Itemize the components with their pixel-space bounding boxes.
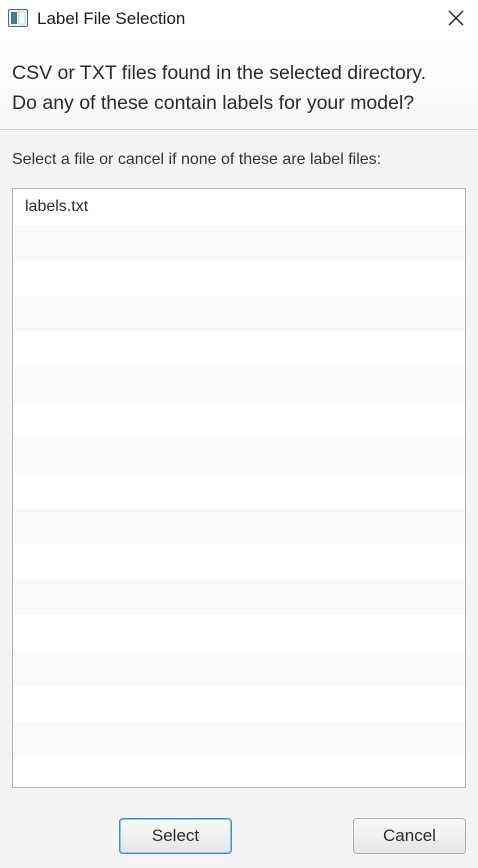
- empty-list-row: [13, 295, 465, 331]
- empty-list-row: [13, 366, 465, 402]
- empty-list-row: [13, 402, 465, 438]
- dialog-header: CSV or TXT files found in the selected d…: [0, 40, 478, 130]
- empty-list-row: [13, 544, 465, 580]
- dialog-content: Select a file or cancel if none of these…: [0, 131, 478, 868]
- empty-list-row: [13, 615, 465, 651]
- header-message-line-1: CSV or TXT files found in the selected d…: [12, 62, 427, 84]
- select-button[interactable]: Select: [119, 818, 232, 854]
- empty-list-row: [13, 224, 465, 260]
- empty-list-row: [13, 650, 465, 686]
- header-message-line-2: Do any of these contain labels for your …: [12, 92, 415, 114]
- file-list[interactable]: labels.txt: [12, 188, 466, 788]
- title-bar[interactable]: Label File Selection: [0, 0, 478, 40]
- empty-list-row: [13, 579, 465, 615]
- empty-list-row: [13, 473, 465, 509]
- empty-list-row: [13, 437, 465, 473]
- instruction-text: Select a file or cancel if none of these…: [12, 151, 382, 168]
- window-app-icon: [8, 9, 28, 27]
- dialog-window: Label File Selection CSV or TXT files fo…: [0, 0, 478, 868]
- empty-list-row: [13, 721, 465, 757]
- empty-list-row: [13, 260, 465, 296]
- file-list-item[interactable]: labels.txt: [13, 189, 465, 225]
- window-title: Label File Selection: [37, 9, 186, 28]
- empty-list-row: [13, 686, 465, 722]
- empty-list-row: [13, 508, 465, 544]
- close-button[interactable]: [434, 0, 478, 40]
- empty-list-row: [13, 757, 465, 787]
- cancel-button[interactable]: Cancel: [353, 818, 466, 854]
- empty-list-row: [13, 331, 465, 367]
- close-icon: [447, 9, 465, 32]
